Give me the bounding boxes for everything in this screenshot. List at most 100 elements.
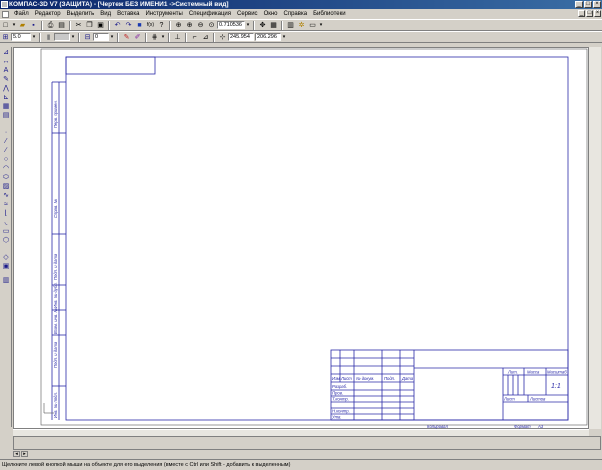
local-cs-icon[interactable]: ⊥ <box>173 33 182 42</box>
nav-left-icon[interactable]: ◂ <box>13 451 20 457</box>
spec-icon[interactable]: ▤ <box>1 112 11 120</box>
zoom-input[interactable]: 0.710536 <box>217 21 245 29</box>
app-icon[interactable] <box>1 1 8 8</box>
vertical-scrollbar[interactable] <box>589 47 601 429</box>
view-dropdown-icon[interactable]: ▾ <box>70 33 76 41</box>
menu-specification[interactable]: Спецификация <box>186 9 234 19</box>
menu-insert[interactable]: Вставка <box>114 9 142 19</box>
open-icon[interactable]: ▰ <box>18 21 27 30</box>
print-icon[interactable]: ⎙ <box>46 21 55 30</box>
refresh-icon[interactable]: ▥ <box>286 21 295 30</box>
select-icon[interactable]: ▦ <box>1 103 11 111</box>
coords-dropdown-icon[interactable]: ▾ <box>282 33 286 42</box>
paste-icon[interactable]: ▣ <box>96 21 105 30</box>
spline-icon[interactable]: ∿ <box>1 192 11 200</box>
status-bar: Щелкните левой кнопкой мыши на объекте д… <box>0 459 602 470</box>
minimize-button[interactable]: _ <box>575 1 583 8</box>
menu-service[interactable]: Сервис <box>234 9 261 19</box>
ortho-icon[interactable]: ⌐ <box>190 33 199 42</box>
dimensions-icon[interactable]: ↔ <box>1 58 11 66</box>
view-input[interactable] <box>54 33 70 41</box>
drawing-canvas[interactable]: Изм. Лист № докум. Подп. Дата Разраб. Пр… <box>13 47 589 429</box>
close-button[interactable]: × <box>593 1 601 8</box>
cursor-x-field[interactable]: 245.954 <box>228 33 254 41</box>
segment-icon[interactable]: ∕ <box>1 147 11 155</box>
new-dropdown-icon[interactable]: ▾ <box>12 21 16 30</box>
zoom-dropdown-icon[interactable]: ▾ <box>245 21 251 29</box>
menu-tools[interactable]: Инструменты <box>142 9 185 19</box>
properties-icon[interactable]: ✲ <box>297 21 306 30</box>
parametrization-icon[interactable]: ⋀ <box>1 85 11 93</box>
chamfer-icon[interactable]: ⌊ <box>1 210 11 218</box>
pan-icon[interactable]: ✥ <box>258 21 267 30</box>
new-document-icon[interactable]: □ <box>1 21 10 30</box>
measure-icon[interactable]: ⊾ <box>1 94 11 102</box>
doc-restore-button[interactable]: □ <box>586 10 593 17</box>
help-pointer-icon[interactable]: ? <box>157 21 166 30</box>
polygon-icon[interactable]: ⬡ <box>1 237 11 245</box>
line-style-dropdown-icon[interactable]: ▾ <box>31 33 37 41</box>
highlight-icon[interactable]: ✎ <box>122 33 131 42</box>
copy-icon[interactable]: ❐ <box>85 21 94 30</box>
panel-dropdown-icon[interactable]: ▾ <box>319 21 323 30</box>
zoom-in-icon[interactable]: ⊕ <box>185 21 194 30</box>
menu-file[interactable]: Файл <box>11 9 32 19</box>
side-podp-i-data-2: Подп. и дата <box>53 341 58 368</box>
grid-dropdown-icon[interactable]: ▾ <box>161 33 165 42</box>
menu-help[interactable]: Справка <box>281 9 311 19</box>
hatch-icon[interactable]: ▨ <box>1 183 11 191</box>
layer-icon[interactable]: ⊟ <box>83 33 92 42</box>
zoom-out-icon[interactable]: ⊖ <box>196 21 205 30</box>
undo-icon[interactable]: ↶ <box>113 21 122 30</box>
print-preview-icon[interactable]: ▤ <box>57 21 66 30</box>
show-all-icon[interactable]: ▦ <box>269 21 278 30</box>
doc-close-button[interactable]: × <box>594 10 601 17</box>
edit-icon[interactable]: ✎ <box>1 76 11 84</box>
zoom-window-icon[interactable]: ⊕ <box>174 21 183 30</box>
doc-minimize-button[interactable]: _ <box>578 10 585 17</box>
state-view-icon[interactable]: ▮ <box>44 33 53 42</box>
redo-icon[interactable]: ↷ <box>124 21 133 30</box>
arc-icon[interactable]: ◠ <box>1 165 11 173</box>
filter-icon[interactable]: ✐ <box>133 33 142 42</box>
save-icon[interactable]: ▪ <box>29 21 38 30</box>
line-style-input[interactable]: 5.0 <box>11 33 31 41</box>
label-lit: Лит. <box>507 370 518 375</box>
nav-right-icon[interactable]: ▸ <box>21 451 28 457</box>
layer-dropdown-icon[interactable]: ▾ <box>109 33 115 41</box>
panel-nav: ◂ ▸ <box>13 451 28 457</box>
geometry-icon[interactable]: ⊿ <box>1 49 11 57</box>
collect-contour-icon[interactable]: ▣ <box>1 263 11 271</box>
fillet-icon[interactable]: ◟ <box>1 219 11 227</box>
zoom-scale-icon[interactable]: ⊙ <box>207 21 216 30</box>
snap-icon[interactable]: ⊿ <box>201 33 210 42</box>
panel-icon[interactable]: ▭ <box>308 21 317 30</box>
menu-select[interactable]: Выделить <box>64 9 98 19</box>
horizontal-scrollbar[interactable] <box>13 429 589 436</box>
side-inv-podl: Инв. № подл. <box>53 392 58 418</box>
point-icon[interactable]: · <box>1 129 11 137</box>
variables-icon[interactable]: f(x) <box>146 21 155 30</box>
menu-view[interactable]: Вид <box>97 9 114 19</box>
circle-icon[interactable]: ○ <box>1 156 11 164</box>
menu-window[interactable]: Окно <box>261 9 281 19</box>
menu-editor[interactable]: Редактор <box>32 9 64 19</box>
disabled-tool-icon[interactable]: ▥ <box>1 277 11 285</box>
designations-icon[interactable]: A <box>1 67 11 75</box>
menu-libraries[interactable]: Библиотеки <box>310 9 349 19</box>
line-style-icon[interactable]: ⊞ <box>1 33 10 42</box>
cut-icon[interactable]: ✂ <box>74 21 83 30</box>
rectangle-icon[interactable]: ▭ <box>1 228 11 236</box>
document-icon[interactable] <box>2 10 9 18</box>
ellipse-icon[interactable]: ⬭ <box>1 174 11 182</box>
aux-line-icon[interactable]: ⁄ <box>1 138 11 146</box>
cursor-y-field[interactable]: 206.296 <box>255 33 281 41</box>
grid-icon[interactable]: ⋕ <box>150 33 159 42</box>
label-utv: Утв. <box>332 415 342 420</box>
side-inv-dubl: Инв. № дубл. <box>53 282 58 308</box>
contour-icon[interactable]: ◇ <box>1 254 11 262</box>
equidistant-icon[interactable]: ≈ <box>1 201 11 209</box>
layer-input[interactable]: 0 <box>93 33 109 41</box>
maximize-button[interactable]: □ <box>584 1 592 8</box>
manager-icon[interactable]: ■ <box>135 21 144 30</box>
